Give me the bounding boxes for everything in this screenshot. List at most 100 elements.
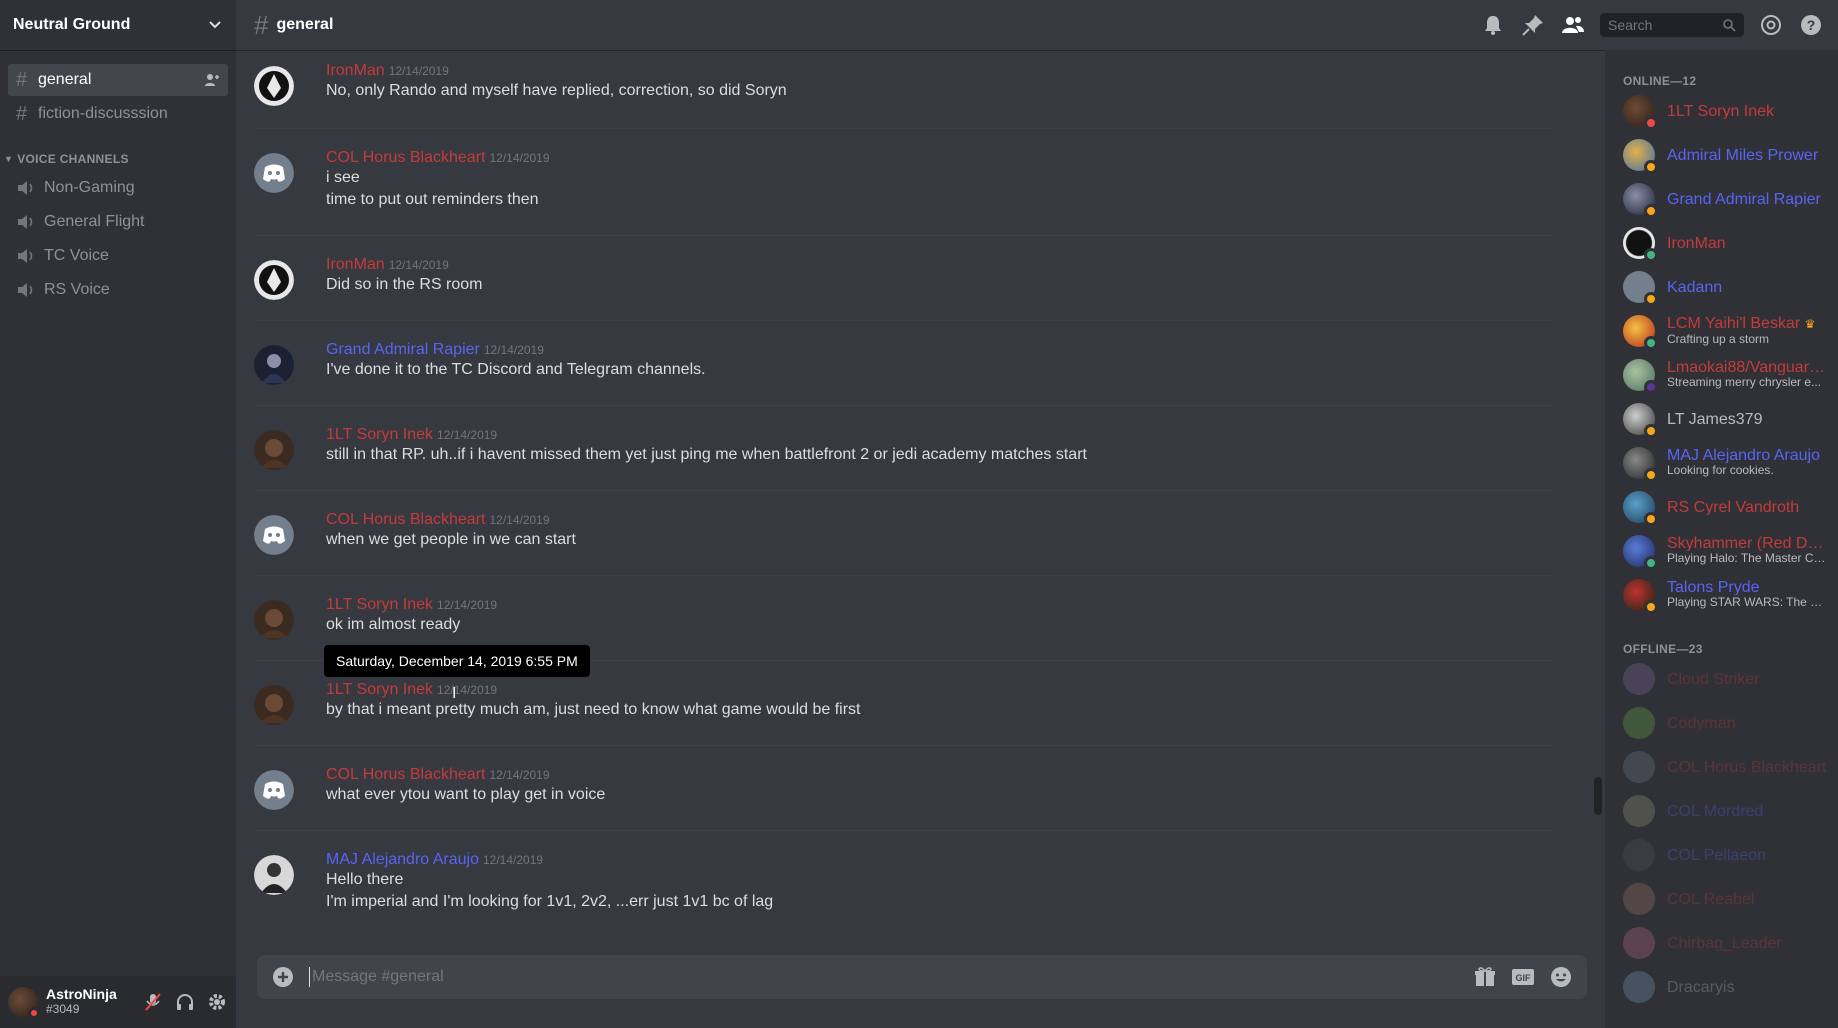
message-timestamp[interactable]: 12/14/2019 — [483, 853, 543, 867]
member-item[interactable]: Admiral Miles Prower — [1623, 133, 1838, 177]
upload-plus-icon[interactable] — [271, 965, 295, 989]
message-timestamp[interactable]: 12/14/2019 — [389, 64, 449, 78]
gift-icon[interactable] — [1473, 965, 1497, 989]
discord-logo-icon[interactable] — [254, 770, 294, 810]
mute-microphone-icon[interactable] — [142, 991, 164, 1013]
message-author[interactable]: COL Horus Blackheart — [326, 511, 485, 528]
message-timestamp[interactable]: 12/14/2019 — [489, 768, 549, 782]
message-timestamp[interactable]: 12/14/2019 — [484, 343, 544, 357]
message-author[interactable]: 1LT Soryn Inek — [326, 596, 433, 613]
avatar — [1623, 139, 1658, 174]
message-text: when we get people in we can start — [326, 531, 576, 548]
avatar[interactable] — [8, 987, 40, 1019]
message-author[interactable]: 1LT Soryn Inek — [326, 426, 433, 443]
message-author[interactable]: COL Horus Blackheart — [326, 766, 485, 783]
message-timestamp[interactable]: 12/14/2019 — [437, 598, 497, 612]
message-group: COL Horus Blackheart 12/14/2019 i see tim… — [254, 128, 1552, 211]
member-item[interactable]: IronMan — [1623, 221, 1838, 265]
member-item[interactable]: Dracaryis — [1623, 965, 1838, 1009]
message-author[interactable]: IronMan — [326, 256, 385, 273]
discord-logo-icon[interactable] — [254, 153, 294, 193]
message-timestamp[interactable]: 12/14/2019 — [489, 513, 549, 527]
member-item[interactable]: Chirbag_Leader — [1623, 921, 1838, 965]
member-item[interactable]: COL Reabel — [1623, 877, 1838, 921]
pin-icon[interactable] — [1520, 12, 1546, 38]
avatar[interactable] — [254, 430, 294, 470]
channel-general[interactable]: # general — [8, 64, 228, 96]
voice-channels-category[interactable]: ▼ VOICE CHANNELS — [4, 152, 236, 166]
invite-user-icon[interactable] — [204, 72, 220, 88]
avatar — [1623, 883, 1655, 915]
member-item[interactable]: LT James379 — [1623, 397, 1838, 441]
emoji-icon[interactable] — [1549, 965, 1573, 989]
voice-channel-label: TC Voice — [44, 247, 109, 264]
member-item[interactable]: COL Mordred — [1623, 789, 1838, 833]
member-item[interactable]: Skyhammer (Red Dag... Playing Halo: The … — [1623, 529, 1838, 573]
message-text: still in that RP. uh..if i havent missed… — [326, 446, 1087, 463]
voice-channel-general-flight[interactable]: General Flight — [8, 206, 228, 238]
avatar — [1623, 927, 1655, 959]
member-activity: Playing STAR WARS: The Old ... — [1667, 595, 1827, 609]
message-text: ok im almost ready — [326, 616, 461, 633]
avatar[interactable] — [254, 66, 294, 106]
message-author[interactable]: IronMan — [326, 62, 385, 79]
message-text: time to put out reminders then — [326, 191, 539, 208]
message-list[interactable]: IronMan 12/14/2019 No, only Rando and mys… — [236, 50, 1574, 942]
member-activity: Crafting up a storm — [1667, 331, 1770, 346]
caret-down-icon: ▼ — [4, 154, 14, 164]
crown-icon: ♛ — [1804, 316, 1816, 331]
member-item[interactable]: Lmaokai88/Vanguard... Streaming merry ch… — [1623, 353, 1838, 397]
help-icon[interactable]: ? — [1798, 12, 1824, 38]
message-scrollbar[interactable] — [1594, 777, 1602, 815]
message-timestamp[interactable]: 12/14/2019 — [437, 683, 497, 697]
member-item[interactable]: 1LT Soryn Inek — [1623, 89, 1838, 133]
chevron-down-icon[interactable] — [208, 18, 222, 32]
member-item[interactable]: RS Cyrel Vandroth — [1623, 485, 1838, 529]
notification-bell-icon[interactable] — [1480, 12, 1506, 38]
mentions-icon[interactable] — [1758, 12, 1784, 38]
voice-channel-non-gaming[interactable]: Non-Gaming — [8, 172, 228, 204]
member-item[interactable]: Cloud Striker — [1623, 657, 1838, 701]
search-input[interactable]: Search — [1600, 13, 1744, 37]
member-item[interactable]: Grand Admiral Rapier — [1623, 177, 1838, 221]
headphones-icon[interactable] — [174, 991, 196, 1013]
discord-logo-icon[interactable] — [254, 515, 294, 555]
message-author[interactable]: MAJ Alejandro Araujo — [326, 851, 479, 868]
speaker-icon — [18, 249, 33, 263]
member-list-icon[interactable] — [1560, 12, 1586, 38]
avatar[interactable] — [254, 685, 294, 725]
message-author[interactable]: Grand Admiral Rapier — [326, 341, 480, 358]
member-name: Codyman — [1667, 715, 1736, 731]
message-timestamp[interactable]: 12/14/2019 — [489, 151, 549, 165]
status-online-icon — [1644, 556, 1658, 570]
avatar[interactable] — [254, 600, 294, 640]
avatar[interactable] — [254, 260, 294, 300]
message-author[interactable]: 1LT Soryn Inek — [326, 681, 433, 698]
member-item[interactable]: Codyman — [1623, 701, 1838, 745]
member-item[interactable]: Kadann — [1623, 265, 1838, 309]
avatar[interactable] — [254, 345, 294, 385]
status-dnd-icon — [28, 1007, 40, 1019]
voice-channel-tc-voice[interactable]: TC Voice — [8, 240, 228, 272]
message-timestamp[interactable]: 12/14/2019 — [437, 428, 497, 442]
message-author[interactable]: COL Horus Blackheart — [326, 149, 485, 166]
message-text: I'm imperial and I'm looking for 1v1, 2v… — [326, 893, 774, 910]
server-header[interactable]: Neutral Ground — [0, 0, 236, 50]
settings-gear-icon[interactable] — [206, 991, 228, 1013]
avatar — [1623, 315, 1658, 350]
member-item[interactable]: COL Pellaeon — [1623, 833, 1838, 877]
member-item[interactable]: MAJ Alejandro Araujo Looking for cookies… — [1623, 441, 1838, 485]
voice-channel-label: Non-Gaming — [44, 179, 135, 196]
member-item[interactable]: COL Horus Blackheart — [1623, 745, 1838, 789]
member-activity: Streaming merry chrysler e... — [1667, 375, 1822, 389]
member-name: MAJ Alejandro Araujo — [1667, 448, 1820, 463]
member-item[interactable]: Talons Pryde Playing STAR WARS: The Old … — [1623, 573, 1838, 617]
member-item[interactable]: LCM Yaihi'l Beskar ♛ Crafting up a storm — [1623, 309, 1838, 353]
channel-fiction-discusssion[interactable]: # fiction-discusssion — [8, 98, 228, 130]
gif-icon[interactable]: GIF — [1511, 965, 1535, 989]
message-input[interactable] — [309, 967, 1473, 987]
avatar[interactable] — [254, 855, 294, 895]
message-timestamp[interactable]: 12/14/2019 — [389, 258, 449, 272]
voice-channel-rs-voice[interactable]: RS Voice — [8, 274, 228, 306]
member-name: IronMan — [1667, 235, 1726, 251]
